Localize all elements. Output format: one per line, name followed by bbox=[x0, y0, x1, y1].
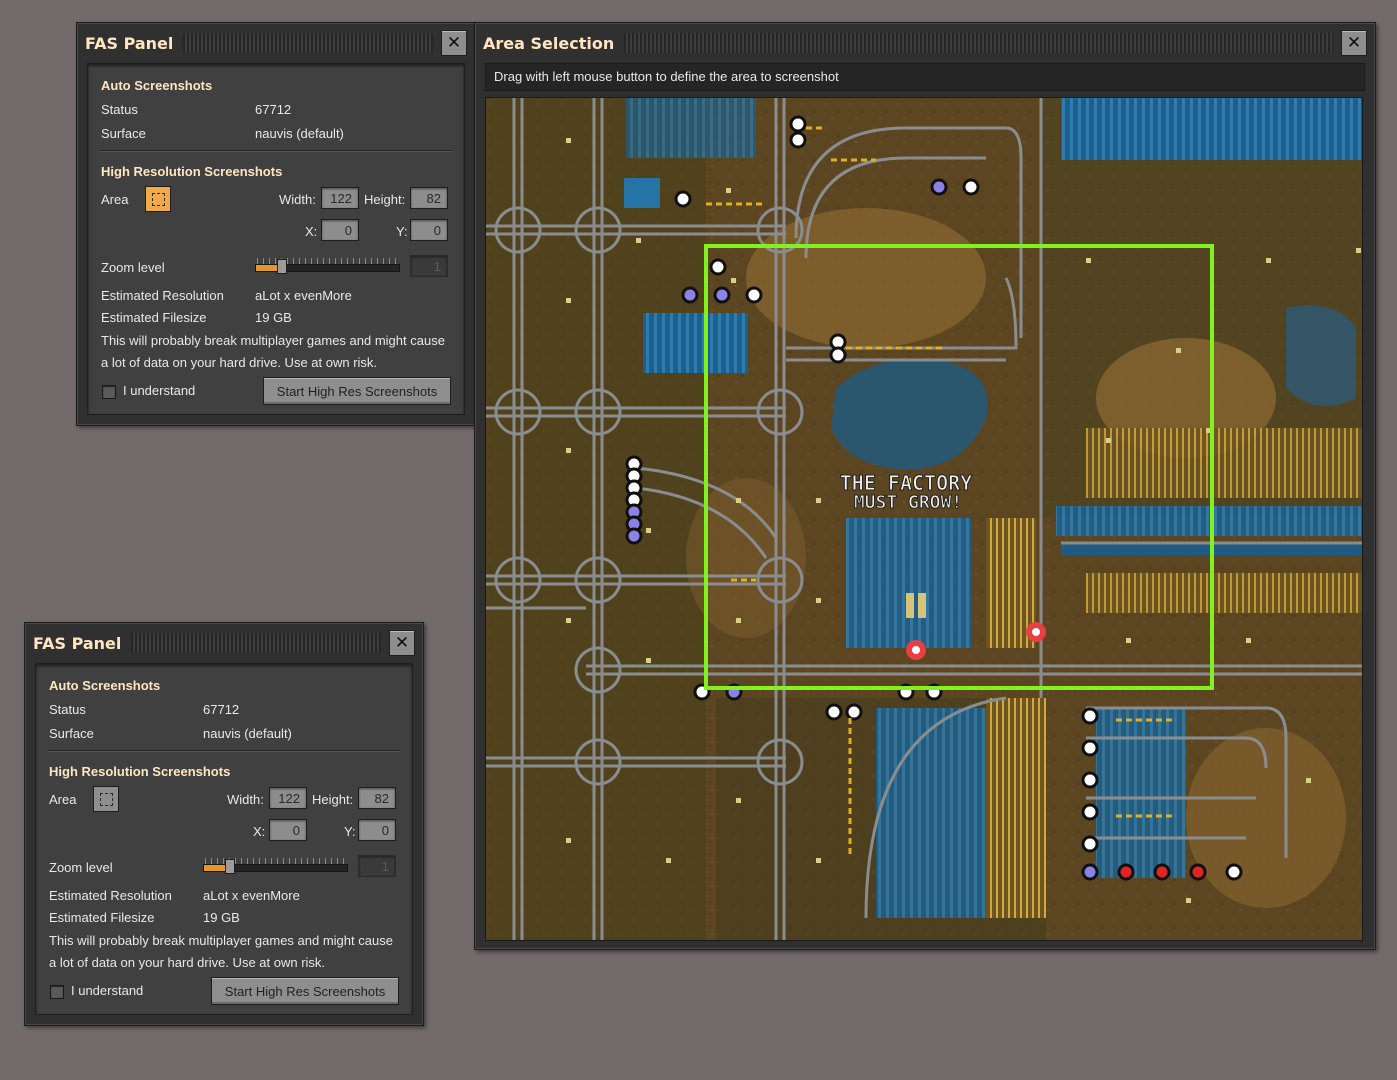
x-input[interactable]: 0 bbox=[269, 819, 307, 841]
window-title: Area Selection bbox=[483, 33, 615, 53]
zoom-label: Zoom level bbox=[49, 860, 113, 875]
zoom-slider[interactable] bbox=[255, 256, 400, 278]
instruction-bar: Drag with left mouse button to define th… bbox=[485, 63, 1365, 91]
close-icon: ✕ bbox=[394, 633, 410, 653]
slider-knob[interactable] bbox=[277, 259, 287, 274]
x-label: X: bbox=[305, 224, 318, 239]
estimated-filesize-label: Estimated Filesize bbox=[101, 310, 207, 325]
area-selection-window: Area Selection ✕ Drag with left mouse bu… bbox=[474, 22, 1376, 950]
understand-checkbox[interactable] bbox=[50, 985, 64, 999]
surface-label: Surface bbox=[101, 126, 146, 141]
hires-header: High Resolution Screenshots bbox=[101, 164, 283, 179]
height-input[interactable]: 82 bbox=[410, 187, 448, 209]
estimated-filesize-value: 19 GB bbox=[203, 910, 240, 925]
estimated-resolution-value: aLot x evenMore bbox=[203, 888, 300, 903]
zoom-label: Zoom level bbox=[101, 260, 165, 275]
drag-handle[interactable] bbox=[183, 33, 433, 53]
drag-handle[interactable] bbox=[624, 33, 1333, 53]
warning-text-line1: This will probably break multiplayer gam… bbox=[101, 333, 445, 348]
close-icon: ✕ bbox=[446, 33, 462, 53]
width-input[interactable]: 122 bbox=[269, 787, 307, 809]
height-input[interactable]: 82 bbox=[358, 787, 396, 809]
zoom-slider[interactable] bbox=[203, 856, 348, 878]
y-label: Y: bbox=[396, 224, 408, 239]
factory-map[interactable]: THE FACTORY MUST GROW! bbox=[486, 98, 1362, 940]
area-select-button[interactable] bbox=[145, 186, 171, 212]
x-input[interactable]: 0 bbox=[321, 219, 359, 241]
warning-text-line2: a lot of data on your hard drive. Use at… bbox=[101, 355, 378, 370]
panel-title: FAS Panel bbox=[85, 33, 174, 53]
height-label: Height: bbox=[364, 192, 406, 207]
start-high-res-button[interactable]: Start High Res Screenshots bbox=[211, 977, 399, 1005]
close-button[interactable]: ✕ bbox=[1341, 30, 1367, 56]
y-label: Y: bbox=[344, 824, 356, 839]
fas-panel-top: FAS Panel ✕ Auto Screenshots Status 6771… bbox=[76, 22, 476, 426]
status-value: 67712 bbox=[255, 102, 292, 117]
zoom-input: 1 bbox=[358, 855, 396, 877]
titlebar[interactable]: FAS Panel ✕ bbox=[85, 29, 467, 57]
understand-label: I understand bbox=[123, 383, 196, 398]
understand-checkbox[interactable] bbox=[102, 385, 116, 399]
y-input[interactable]: 0 bbox=[358, 819, 396, 841]
divider bbox=[100, 150, 452, 152]
area-select-button[interactable] bbox=[93, 786, 119, 812]
estimated-filesize-value: 19 GB bbox=[255, 310, 292, 325]
close-button[interactable]: ✕ bbox=[441, 30, 467, 56]
understand-label: I understand bbox=[71, 983, 144, 998]
width-input[interactable]: 122 bbox=[321, 187, 359, 209]
selection-icon bbox=[99, 792, 113, 806]
surface-value: nauvis (default) bbox=[203, 726, 292, 741]
titlebar[interactable]: FAS Panel ✕ bbox=[33, 629, 415, 657]
auto-screenshots-header: Auto Screenshots bbox=[101, 78, 213, 93]
titlebar[interactable]: Area Selection ✕ bbox=[483, 29, 1367, 57]
height-label: Height: bbox=[312, 792, 354, 807]
auto-screenshots-header: Auto Screenshots bbox=[49, 678, 161, 693]
fas-panel-bottom: FAS Panel ✕ Auto Screenshots Status 6771… bbox=[24, 622, 424, 1026]
panel-content: Auto Screenshots Status 67712 Surface na… bbox=[87, 63, 465, 415]
surface-label: Surface bbox=[49, 726, 94, 741]
slider-knob[interactable] bbox=[225, 859, 235, 874]
map-banner-line2: MUST GROW! bbox=[854, 492, 962, 513]
zoom-input: 1 bbox=[410, 255, 448, 277]
estimated-resolution-label: Estimated Resolution bbox=[101, 288, 224, 303]
start-high-res-button[interactable]: Start High Res Screenshots bbox=[263, 377, 451, 405]
width-label: Width: bbox=[227, 792, 264, 807]
selection-icon bbox=[151, 192, 165, 206]
warning-text-line2: a lot of data on your hard drive. Use at… bbox=[49, 955, 326, 970]
warning-text-line1: This will probably break multiplayer gam… bbox=[49, 933, 393, 948]
y-input[interactable]: 0 bbox=[410, 219, 448, 241]
map-view[interactable]: THE FACTORY MUST GROW! bbox=[485, 97, 1363, 941]
hires-header: High Resolution Screenshots bbox=[49, 764, 231, 779]
estimated-resolution-value: aLot x evenMore bbox=[255, 288, 352, 303]
close-icon: ✕ bbox=[1346, 33, 1362, 53]
divider bbox=[48, 750, 400, 752]
status-label: Status bbox=[49, 702, 86, 717]
drag-handle[interactable] bbox=[131, 633, 381, 653]
close-button[interactable]: ✕ bbox=[389, 630, 415, 656]
x-label: X: bbox=[253, 824, 266, 839]
area-label: Area bbox=[49, 792, 77, 807]
width-label: Width: bbox=[279, 192, 316, 207]
estimated-resolution-label: Estimated Resolution bbox=[49, 888, 172, 903]
surface-value: nauvis (default) bbox=[255, 126, 344, 141]
panel-title: FAS Panel bbox=[33, 633, 122, 653]
status-label: Status bbox=[101, 102, 138, 117]
estimated-filesize-label: Estimated Filesize bbox=[49, 910, 155, 925]
panel-content: Auto Screenshots Status 67712 Surface na… bbox=[35, 663, 413, 1015]
status-value: 67712 bbox=[203, 702, 240, 717]
area-label: Area bbox=[101, 192, 129, 207]
